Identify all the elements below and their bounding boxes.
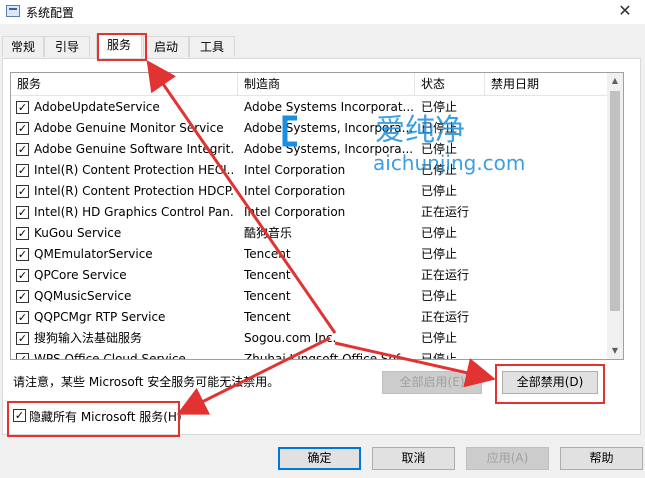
- service-status: 已停止: [421, 226, 458, 240]
- column-header-disabled-date[interactable]: 禁用日期: [485, 73, 609, 95]
- tab-boot[interactable]: 引导: [44, 36, 90, 57]
- service-name: Intel(R) HD Graphics Control Pan...: [34, 205, 234, 219]
- column-header-manufacturer[interactable]: 制造商: [238, 73, 415, 95]
- highlight-tab-services: [97, 33, 147, 61]
- service-checkbox[interactable]: ✓: [16, 143, 29, 156]
- service-name: WPS Office Cloud Service: [34, 352, 186, 360]
- watermark-url: aichunjing.com: [373, 151, 525, 175]
- service-checkbox[interactable]: ✓: [16, 206, 29, 219]
- service-name: Intel(R) Content Protection HDCP...: [34, 184, 234, 198]
- service-manufacturer: 酷狗音乐: [244, 226, 293, 240]
- service-checkbox[interactable]: ✓: [16, 227, 29, 240]
- watermark-bracket-icon: [282, 115, 297, 147]
- service-checkbox[interactable]: ✓: [16, 122, 29, 135]
- app-icon: [6, 5, 20, 17]
- service-row[interactable]: ✓ 搜狗输入法基础服务 Sogou.com Inc. 已停止: [11, 328, 609, 349]
- service-name: QQPCMgr RTP Service: [34, 310, 166, 324]
- service-manufacturer: Zhuhai Kingsoft Office Sof...: [244, 352, 411, 360]
- service-status: 已停止: [421, 247, 458, 261]
- watermark-logo: 爱纯净 aichunjing.com: [282, 113, 525, 175]
- list-header: 服务 制造商 状态 禁用日期: [11, 73, 609, 96]
- tab-tools[interactable]: 工具: [189, 36, 235, 57]
- service-status: 已停止: [421, 289, 458, 303]
- service-checkbox[interactable]: ✓: [16, 290, 29, 303]
- service-name: QQMusicService: [34, 289, 132, 303]
- service-row[interactable]: ✓ KuGou Service 酷狗音乐 已停止: [11, 223, 609, 244]
- service-name: Intel(R) Content Protection HECI...: [34, 163, 234, 177]
- service-manufacturer: Tencent: [244, 310, 291, 324]
- highlight-hide-ms: [7, 401, 180, 437]
- vertical-scrollbar[interactable]: ▲ ▼: [607, 73, 623, 359]
- scroll-up-icon[interactable]: ▲: [607, 73, 623, 89]
- service-status: 已停止: [421, 352, 458, 360]
- service-name: 搜狗输入法基础服务: [34, 331, 143, 345]
- apply-button[interactable]: 应用(A): [466, 447, 549, 470]
- tab-general[interactable]: 常规: [2, 36, 44, 57]
- service-manufacturer: Tencent: [244, 268, 291, 282]
- service-checkbox[interactable]: ✓: [16, 269, 29, 282]
- service-manufacturer: Sogou.com Inc.: [244, 331, 337, 345]
- service-manufacturer: Intel Corporation: [244, 184, 346, 198]
- service-row[interactable]: ✓ QQPCMgr RTP Service Tencent 正在运行: [11, 307, 609, 328]
- notice-text: 请注意，某些 Microsoft 安全服务可能无法禁用。: [13, 375, 280, 389]
- tab-startup[interactable]: 启动: [143, 36, 189, 57]
- service-row[interactable]: ✓ QPCore Service Tencent 正在运行: [11, 265, 609, 286]
- highlight-disable-all: [495, 364, 605, 404]
- service-status: 已停止: [421, 184, 458, 198]
- service-checkbox[interactable]: ✓: [16, 248, 29, 261]
- service-checkbox[interactable]: ✓: [16, 353, 29, 359]
- service-checkbox[interactable]: ✓: [16, 164, 29, 177]
- service-name: QPCore Service: [34, 268, 127, 282]
- column-header-service[interactable]: 服务: [11, 73, 238, 95]
- service-row[interactable]: ✓ Intel(R) HD Graphics Control Pan... Inte…: [11, 202, 609, 223]
- service-name: Adobe Genuine Software Integrit...: [34, 142, 234, 156]
- service-manufacturer: Intel Corporation: [244, 205, 346, 219]
- help-button[interactable]: 帮助: [560, 447, 643, 470]
- service-status: 已停止: [421, 331, 458, 345]
- service-name: Adobe Genuine Monitor Service: [34, 121, 224, 135]
- service-row[interactable]: ✓ QQMusicService Tencent 已停止: [11, 286, 609, 307]
- service-checkbox[interactable]: ✓: [16, 185, 29, 198]
- service-manufacturer: Tencent: [244, 247, 291, 261]
- service-status: 正在运行: [421, 205, 470, 219]
- service-checkbox[interactable]: ✓: [16, 332, 29, 345]
- service-checkbox[interactable]: ✓: [16, 311, 29, 324]
- service-checkbox[interactable]: ✓: [16, 101, 29, 114]
- close-button[interactable]: ✕: [605, 0, 645, 24]
- column-header-status[interactable]: 状态: [415, 73, 485, 95]
- scroll-down-icon[interactable]: ▼: [607, 343, 623, 359]
- service-row[interactable]: ✓ WPS Office Cloud Service Zhuhai Kingsoft…: [11, 349, 609, 360]
- service-status: 正在运行: [421, 310, 470, 324]
- service-row[interactable]: ✓ QMEmulatorService Tencent 已停止: [11, 244, 609, 265]
- service-manufacturer: Tencent: [244, 289, 291, 303]
- window-title: 系统配置: [26, 6, 75, 20]
- watermark-cn: 爱纯净: [375, 113, 465, 148]
- service-name: QMEmulatorService: [34, 247, 153, 261]
- title-bar: 系统配置 ✕: [0, 0, 645, 24]
- enable-all-button[interactable]: 全部启用(E): [382, 371, 482, 394]
- service-name: AdobeUpdateService: [34, 100, 160, 114]
- ok-button[interactable]: 确定: [278, 447, 361, 470]
- service-name: KuGou Service: [34, 226, 122, 240]
- service-status: 正在运行: [421, 268, 470, 282]
- cancel-button[interactable]: 取消: [372, 447, 455, 470]
- scroll-thumb[interactable]: [610, 91, 620, 311]
- service-row[interactable]: ✓ Intel(R) Content Protection HDCP... Inte…: [11, 181, 609, 202]
